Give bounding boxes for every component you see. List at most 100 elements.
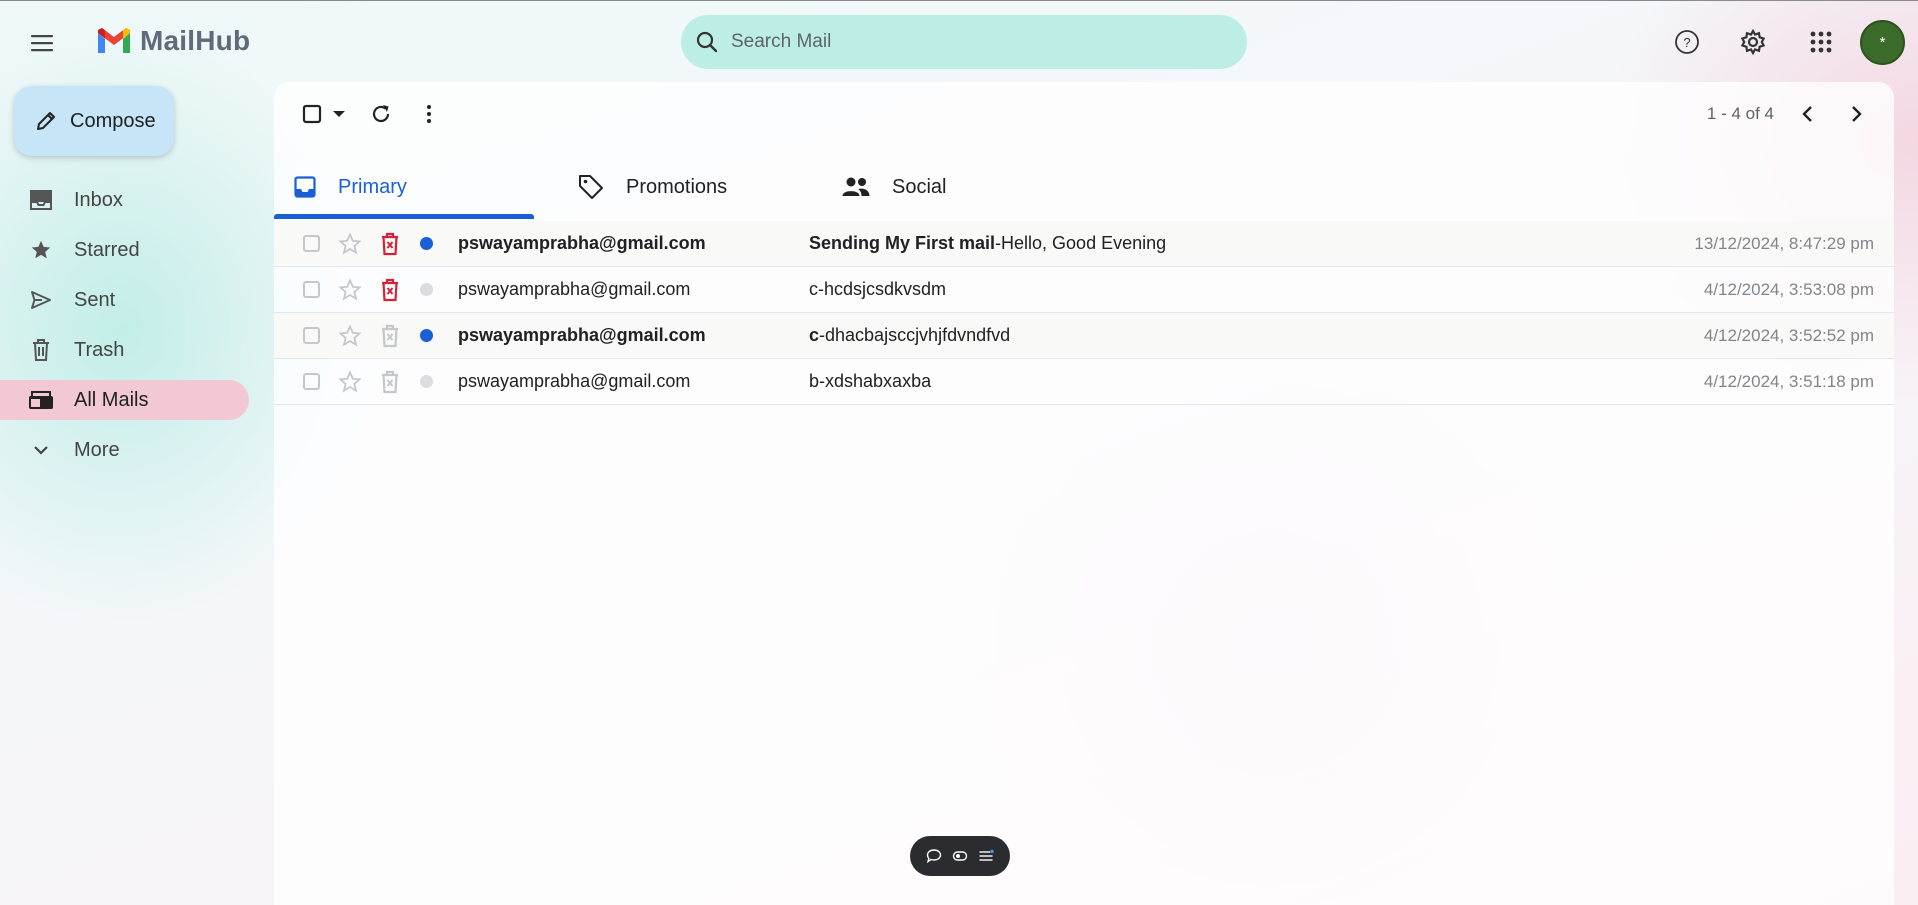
more-options-button[interactable] — [426, 98, 432, 130]
row-checkbox[interactable] — [303, 281, 320, 298]
email-sender: pswayamprabha@gmail.com — [458, 371, 691, 391]
email-subject-line: c-hcdsjcsdkvsdm — [809, 279, 946, 300]
trash-icon — [28, 338, 54, 362]
pagination-count: 1 - 4 of 4 — [1706, 104, 1774, 123]
unread-dot — [420, 237, 433, 250]
email-time: 13/12/2024, 8:47:29 pm — [1694, 233, 1874, 253]
sidebar-item-label: Inbox — [74, 188, 123, 211]
tab-social[interactable]: Social — [822, 157, 1082, 217]
row-checkbox[interactable] — [303, 373, 320, 390]
main-menu-button[interactable] — [22, 23, 62, 63]
star-toggle-icon[interactable] — [338, 232, 362, 256]
email-sender: pswayamprabha@gmail.com — [458, 233, 706, 253]
sidebar-item-label: All Mails — [74, 388, 149, 411]
caret-down-icon — [333, 111, 345, 117]
tab-promotions[interactable]: Promotions — [558, 157, 818, 217]
inbox-tab-icon — [294, 176, 316, 198]
sidebar-item-label: Sent — [74, 288, 116, 311]
delete-icon[interactable] — [380, 370, 400, 394]
search-input[interactable] — [731, 31, 1201, 53]
tab-label: Promotions — [626, 175, 728, 198]
email-subject: c — [809, 325, 820, 345]
app-name: MailHub — [140, 25, 251, 56]
tab-label: Social — [892, 175, 947, 198]
sidebar-nav: Inbox Starred Sent Trash All Mails More — [0, 180, 250, 480]
search-icon[interactable] — [695, 30, 719, 54]
compose-label: Compose — [70, 109, 156, 132]
email-subject-line: c-dhacbajsccjvhjfdvndfvd — [809, 325, 1010, 346]
email-snippet: -Hello, Good Evening — [995, 233, 1167, 253]
email-row[interactable]: pswayamprabha@gmail.com Sending My First… — [274, 221, 1894, 267]
sidebar-item-starred[interactable]: Starred — [0, 230, 250, 270]
star-toggle-icon[interactable] — [338, 278, 362, 302]
toggle-icon[interactable] — [952, 848, 968, 864]
mail-list-panel: 1 - 4 of 4 Primary Promotions Social psw… — [274, 82, 1894, 905]
row-checkbox[interactable] — [303, 327, 320, 344]
mail-toolbar: 1 - 4 of 4 — [274, 82, 1894, 146]
search-bar — [681, 15, 1247, 69]
sidebar-item-sent[interactable]: Sent — [0, 280, 250, 320]
email-row[interactable]: pswayamprabha@gmail.com b-xdshabxaxba 4/… — [274, 359, 1894, 405]
star-icon — [28, 239, 54, 261]
svg-text:?: ? — [1683, 35, 1690, 50]
hamburger-menu-icon — [31, 35, 53, 52]
email-snippet: -hcdsjcsdkvsdm — [818, 279, 947, 299]
row-checkbox[interactable] — [303, 235, 320, 252]
select-all-checkbox[interactable] — [302, 98, 322, 130]
tab-primary[interactable]: Primary — [274, 157, 534, 217]
chat-bubble-icon[interactable] — [926, 848, 942, 864]
email-subject-line: b-xdshabxaxba — [809, 371, 931, 392]
star-toggle-icon[interactable] — [338, 370, 362, 394]
all-mail-icon — [28, 390, 54, 410]
avatar-initial: * — [1879, 34, 1886, 51]
email-list: pswayamprabha@gmail.com Sending My First… — [274, 221, 1894, 405]
chevron-right-icon — [1852, 106, 1862, 122]
delete-icon[interactable] — [380, 324, 400, 348]
email-time: 4/12/2024, 3:52:52 pm — [1703, 325, 1874, 345]
refresh-icon — [372, 105, 390, 123]
delete-icon[interactable] — [380, 278, 400, 302]
email-row[interactable]: pswayamprabha@gmail.com c-hcdsjcsdkvsdm … — [274, 267, 1894, 313]
gear-icon — [1740, 28, 1766, 56]
inbox-icon — [28, 190, 54, 210]
sidebar-item-trash[interactable]: Trash — [0, 330, 250, 370]
user-avatar[interactable]: * — [1860, 20, 1905, 65]
sidebar-item-more[interactable]: More — [0, 430, 250, 470]
email-subject: b — [809, 371, 820, 391]
select-options-dropdown[interactable] — [332, 98, 346, 130]
email-subject: c — [809, 279, 818, 299]
email-snippet: -dhacbajsccjvhjfdvndfvd — [819, 325, 1011, 345]
top-bar: MailHub ? * — [0, 0, 1918, 82]
read-dot — [420, 283, 433, 296]
help-button[interactable]: ? — [1668, 23, 1706, 61]
chevron-left-icon — [1802, 106, 1812, 122]
email-row[interactable]: pswayamprabha@gmail.com c-dhacbajsccjvhj… — [274, 313, 1894, 359]
settings-button[interactable] — [1734, 23, 1772, 61]
tab-label: Primary — [338, 175, 407, 198]
tag-icon — [579, 175, 603, 199]
compose-button[interactable]: Compose — [14, 86, 174, 156]
apps-grid-icon — [1810, 31, 1832, 53]
list-menu-icon[interactable] — [978, 848, 994, 864]
refresh-button[interactable] — [370, 98, 392, 130]
prev-page-button[interactable] — [1800, 98, 1814, 130]
mail-logo-icon — [98, 28, 130, 53]
sidebar-item-inbox[interactable]: Inbox — [0, 180, 250, 220]
email-subject: Sending My First mail — [809, 233, 996, 253]
delete-icon[interactable] — [380, 232, 400, 256]
sidebar-item-label: More — [74, 438, 120, 461]
next-page-button[interactable] — [1850, 98, 1864, 130]
app-logo[interactable]: MailHub — [96, 25, 250, 57]
sidebar-item-all-mails[interactable]: All Mails — [0, 380, 249, 420]
active-tab-indicator — [274, 214, 534, 219]
people-icon — [842, 177, 870, 196]
email-sender: pswayamprabha@gmail.com — [458, 279, 691, 299]
send-icon — [28, 290, 54, 310]
email-snippet: -xdshabxaxba — [819, 371, 932, 391]
unread-dot — [420, 329, 433, 342]
more-vert-icon — [427, 105, 431, 123]
email-time: 4/12/2024, 3:51:18 pm — [1703, 371, 1874, 391]
star-toggle-icon[interactable] — [338, 324, 362, 348]
email-subject-line: Sending My First mail-Hello, Good Evenin… — [809, 233, 1166, 254]
apps-button[interactable] — [1802, 23, 1840, 61]
